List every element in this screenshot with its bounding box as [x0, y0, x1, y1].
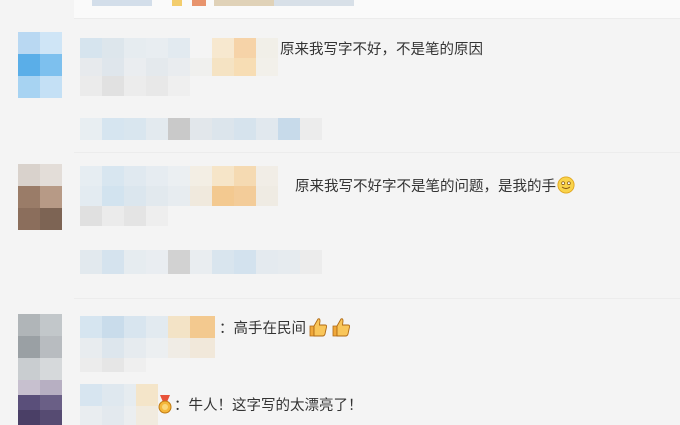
- comment-meta-blurred: [80, 338, 215, 358]
- comment-text-content: ：高手在民间: [219, 321, 306, 337]
- blurred-text: [274, 0, 354, 6]
- username-blurred[interactable]: [80, 316, 215, 338]
- avatar[interactable]: [18, 314, 62, 380]
- comment-meta-blurred: [80, 76, 190, 96]
- reply-bar-blurred[interactable]: [80, 118, 322, 140]
- avatar[interactable]: [18, 380, 62, 425]
- comment-meta-blurred: [80, 406, 158, 425]
- medal-badge-icon: [158, 395, 172, 414]
- thumbs-up-icon: [309, 318, 328, 337]
- reply-bar-blurred[interactable]: [80, 250, 322, 274]
- divider: [74, 298, 680, 299]
- smile-emoji-icon: [557, 176, 575, 194]
- avatar[interactable]: [18, 32, 62, 98]
- blurred-icon: [192, 0, 206, 6]
- comment-feed: 原来我写字不好，不是笔的原因 原来我写不好字不是笔的问题，是我的手 ：高手在民间…: [0, 0, 680, 425]
- comment-text: 原来我写不好字不是笔的问题，是我的手: [295, 176, 575, 197]
- thumbs-up-icon: [332, 318, 351, 337]
- comment-meta-blurred: [80, 358, 146, 372]
- username-blurred[interactable]: [80, 166, 280, 186]
- divider: [74, 152, 680, 153]
- username-blurred: [80, 58, 280, 76]
- comment-meta-blurred: [80, 206, 170, 226]
- username-blurred: [80, 186, 280, 206]
- comment-text: 原来我写字不好，不是笔的原因: [280, 42, 483, 58]
- comment-text-content: ：牛人！这字写的太漂亮了！: [174, 398, 363, 414]
- comment-text: ：高手在民间: [219, 316, 352, 339]
- comment-text-content: 原来我写不好字不是笔的问题，是我的手: [295, 179, 556, 195]
- comment-text: ：牛人！这字写的太漂亮了！: [156, 394, 363, 416]
- username-blurred[interactable]: [80, 384, 158, 406]
- blurred-text: [214, 0, 274, 6]
- blurred-text: [92, 0, 152, 6]
- avatar[interactable]: [18, 164, 62, 230]
- blurred-icon: [172, 0, 182, 6]
- username-blurred[interactable]: [80, 38, 280, 58]
- previous-comment-footer: [74, 0, 680, 19]
